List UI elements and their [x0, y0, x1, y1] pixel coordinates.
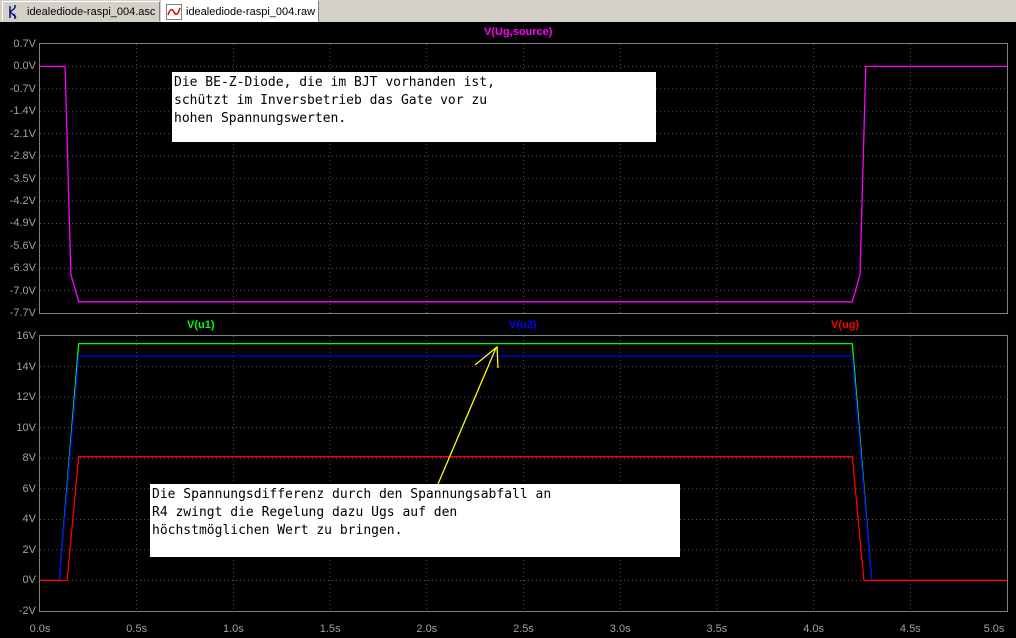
tab-waveform[interactable]: idealediode-raspi_004.raw	[161, 0, 319, 22]
waveform-icon	[166, 3, 182, 20]
bottom-y-tick-label: 6V	[22, 482, 36, 495]
top-y-tick-label: -4.9V	[9, 217, 36, 230]
bottom-annotation-note[interactable]: Die Spannungsdifferenz durch den Spannun…	[150, 484, 680, 557]
bottom-y-tick-label: 0V	[22, 574, 36, 587]
document-tab-bar: idealediode-raspi_004.asc idealediode-ra…	[0, 0, 1016, 23]
bottom-y-tick-label: 8V	[22, 452, 36, 465]
tab-schematic-label: idealediode-raspi_004.asc	[27, 5, 156, 18]
tab-waveform-label: idealediode-raspi_004.raw	[186, 5, 316, 18]
top-y-tick-label: -2.1V	[9, 127, 36, 140]
x-tick-label: 3.5s	[706, 623, 728, 635]
top-y-tick-label: -7.0V	[9, 284, 36, 297]
top-y-tick-label: 0.0V	[13, 60, 36, 73]
top-y-tick-label: -2.8V	[9, 150, 36, 163]
x-tick-label: 0.5s	[126, 623, 148, 635]
top-y-tick-label: -7.7V	[9, 307, 36, 319]
top-annotation-note[interactable]: Die BE-Z-Diode, die im BJT vorhanden ist…	[172, 72, 656, 142]
x-tick-label: 2.5s	[513, 623, 534, 635]
bottom-y-tick-label: 10V	[16, 421, 36, 434]
arrow-shaft	[437, 347, 497, 485]
x-tick-label: 4.5s	[899, 623, 921, 635]
trace-label-ug[interactable]: V(ug)	[831, 319, 859, 331]
top-y-tick-label: -3.5V	[9, 172, 36, 185]
bottom-y-tick-label: 12V	[16, 391, 36, 404]
top-y-tick-label: -6.3V	[9, 262, 36, 275]
top-y-tick-label: -0.7V	[9, 82, 36, 95]
top-y-tick-label: -1.4V	[9, 105, 36, 118]
x-tick-label: 3.0s	[609, 623, 631, 635]
bottom-y-tick-label: 2V	[22, 543, 36, 556]
x-tick-label: 4.0s	[803, 623, 824, 635]
top-y-tick-label: -4.2V	[9, 194, 36, 207]
top-y-tick-label: 0.7V	[13, 38, 36, 50]
x-tick-label: 5.0s	[983, 623, 1005, 635]
trace-label-u2[interactable]: V(u2)	[509, 319, 537, 331]
trace-label-ug-source[interactable]: V(Ug,source)	[484, 26, 552, 38]
bottom-y-tick-label: 16V	[16, 330, 36, 342]
x-tick-label: 1.0s	[222, 623, 244, 635]
waveform-viewer[interactable]: 0.7V 0.0V -0.7V -1.4V -2.1V -2.8V -3.5V -4.2V -4…	[0, 22, 1016, 638]
annotation-arrow	[437, 345, 499, 485]
schematic-icon	[7, 4, 23, 20]
bottom-y-tick-label: 4V	[22, 513, 36, 526]
x-tick-label: 2.0s	[416, 623, 438, 635]
x-tick-label: 0.0s	[29, 623, 51, 635]
tab-schematic[interactable]: idealediode-raspi_004.asc	[2, 1, 160, 21]
bottom-y-tick-label: -2V	[18, 605, 36, 617]
x-tick-label: 1.5s	[319, 623, 341, 635]
top-y-tick-label: -5.6V	[9, 239, 36, 252]
trace-label-u1[interactable]: V(u1)	[187, 319, 215, 331]
bottom-y-tick-label: 14V	[16, 360, 36, 373]
